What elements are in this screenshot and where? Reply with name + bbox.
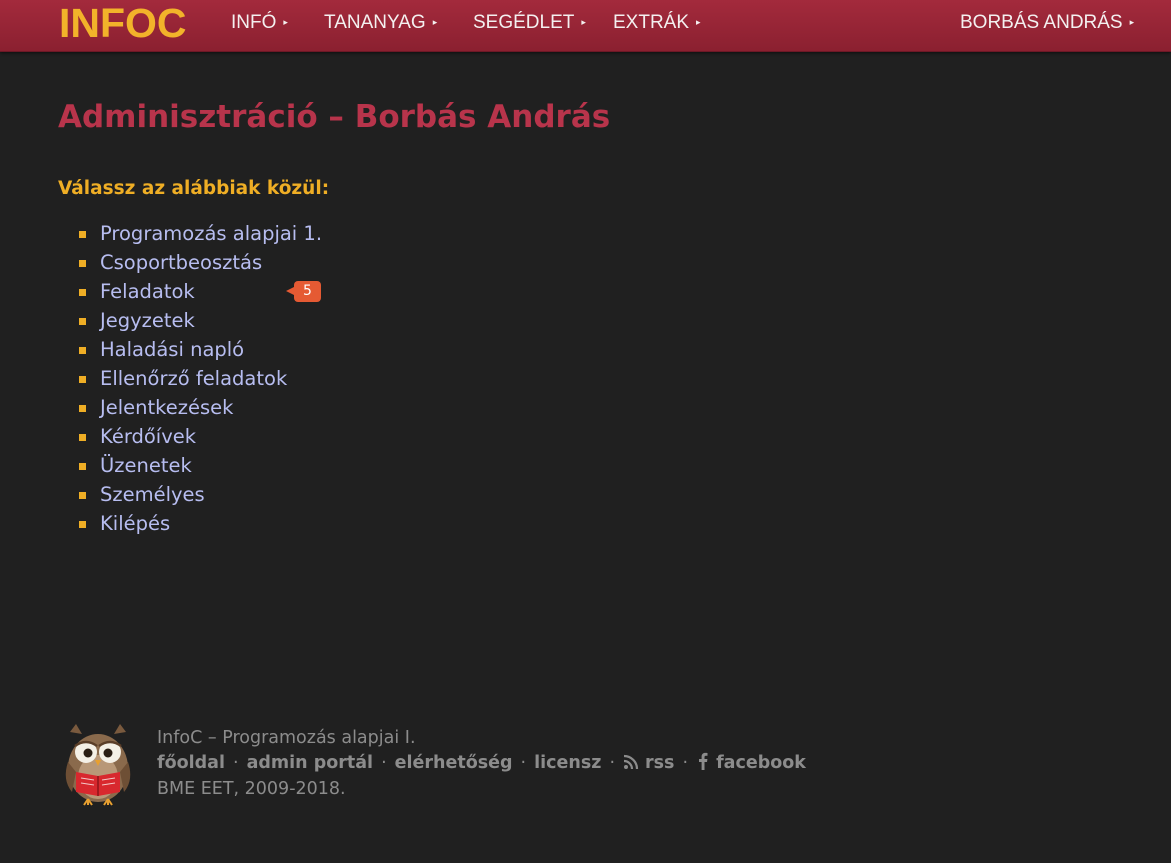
- menu-link-programozas[interactable]: Programozás alapjai 1.: [100, 219, 322, 248]
- triangle-right-icon: ▸: [696, 17, 701, 27]
- menu-link-csoportbeosztas[interactable]: Csoportbeosztás: [100, 248, 262, 277]
- menu-link-feladatok[interactable]: Feladatok: [100, 277, 195, 306]
- bullet-icon: [79, 434, 86, 441]
- nav-user-menu[interactable]: BORBÁS ANDRÁS ▸: [960, 11, 1134, 34]
- footer-link-admin[interactable]: admin portál: [247, 753, 373, 773]
- menu-link-jelentkezesek[interactable]: Jelentkezések: [100, 393, 233, 422]
- facebook-icon: [699, 752, 708, 770]
- footer-link-contact[interactable]: elérhetőség: [395, 753, 513, 773]
- nav-tananyag-label: TANANYAG: [324, 12, 426, 33]
- triangle-right-icon: ▸: [581, 17, 586, 27]
- nav-user-label: BORBÁS ANDRÁS: [960, 12, 1123, 33]
- footer-copyright: BME EET, 2009-2018.: [157, 779, 346, 799]
- page-title: Adminisztráció – Borbás András: [58, 99, 611, 135]
- nav-segedlet[interactable]: SEGÉDLET ▸: [473, 11, 586, 34]
- bullet-icon: [79, 463, 86, 470]
- rss-label: rss: [645, 753, 675, 773]
- bullet-icon: [79, 318, 86, 325]
- footer-link-license[interactable]: licensz: [534, 753, 601, 773]
- site-logo[interactable]: INFOC: [59, 1, 187, 45]
- triangle-right-icon: ▸: [1129, 17, 1135, 27]
- bullet-icon: [79, 405, 86, 412]
- menu-link-uzenetek[interactable]: Üzenetek: [100, 451, 192, 480]
- footer-link-home[interactable]: főoldal: [157, 753, 225, 773]
- top-navbar: INFOC INFÓ ▸ TANANYAG ▸ SEGÉDLET ▸ EXTRÁK ▸ …: [0, 0, 1171, 52]
- footer-links: főoldal · admin portál · elérhetőség · licensz…: [157, 751, 806, 775]
- owl-logo-icon: [65, 724, 131, 806]
- footer-site-name: InfoC – Programozás alapjai I.: [157, 728, 416, 748]
- separator: ·: [609, 753, 616, 773]
- menu-link-jegyzetek[interactable]: Jegyzetek: [100, 306, 195, 335]
- facebook-label: facebook: [716, 753, 806, 773]
- nav-info[interactable]: INFÓ ▸: [231, 11, 288, 34]
- menu-link-ellenorzo-feladatok[interactable]: Ellenőrző feladatok: [100, 364, 287, 393]
- menu-link-kilepes[interactable]: Kilépés: [100, 509, 170, 538]
- separator: ·: [682, 753, 689, 773]
- menu-link-haladasi-naplo[interactable]: Haladási napló: [100, 335, 244, 364]
- bullet-icon: [79, 376, 86, 383]
- menu-link-szemelyes[interactable]: Személyes: [100, 480, 205, 509]
- footer-link-facebook[interactable]: facebook: [696, 752, 806, 773]
- triangle-right-icon: ▸: [283, 17, 288, 27]
- bullet-icon: [79, 231, 86, 238]
- bullet-icon: [79, 289, 86, 296]
- bullet-icon: [79, 260, 86, 267]
- menu-subtitle: Válassz az alábbiak közül:: [58, 178, 330, 199]
- menu-link-kerdoivek[interactable]: Kérdőívek: [100, 422, 196, 451]
- rss-icon: [623, 754, 639, 770]
- footer-link-rss[interactable]: rss: [623, 753, 674, 773]
- nav-tananyag[interactable]: TANANYAG ▸: [324, 11, 437, 34]
- nav-extrak-label: EXTRÁK: [613, 12, 690, 33]
- bullet-icon: [79, 521, 86, 528]
- bullet-icon: [79, 492, 86, 499]
- triangle-right-icon: ▸: [432, 17, 438, 27]
- nav-extrak[interactable]: EXTRÁK ▸: [613, 11, 701, 34]
- separator: ·: [381, 753, 387, 773]
- count-badge: 5: [286, 281, 321, 302]
- separator: ·: [520, 753, 527, 773]
- nav-info-label: INFÓ: [231, 12, 277, 33]
- nav-segedlet-label: SEGÉDLET: [473, 12, 575, 33]
- bullet-icon: [79, 347, 86, 354]
- separator: ·: [233, 753, 239, 773]
